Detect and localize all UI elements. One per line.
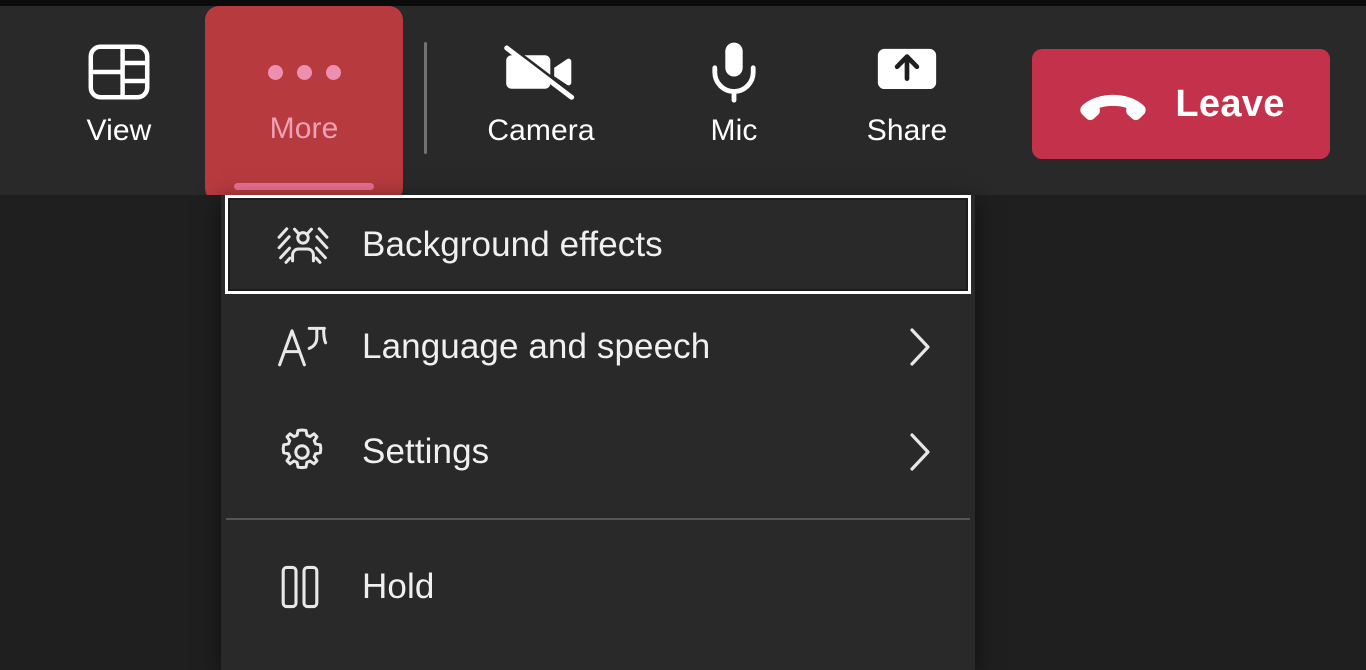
menu-item-label: Language and speech — [362, 326, 711, 366]
more-menu-flyout: Background effects Language and speech S… — [221, 195, 975, 670]
menu-item-label: Hold — [362, 566, 435, 606]
share-button[interactable]: Share — [808, 6, 1006, 198]
menu-item-settings[interactable]: Settings — [221, 399, 975, 504]
camera-button[interactable]: Camera — [442, 6, 640, 198]
view-button-label: View — [86, 114, 152, 147]
view-button[interactable]: View — [20, 6, 218, 198]
camera-off-icon — [502, 36, 580, 108]
background-effects-icon — [276, 221, 332, 269]
mic-button-label: Mic — [710, 114, 758, 147]
chevron-right-icon — [903, 321, 937, 373]
more-button[interactable]: More — [205, 6, 403, 202]
more-active-indicator — [234, 183, 374, 190]
toolbar-divider — [424, 42, 427, 154]
mic-button[interactable]: Mic — [635, 6, 833, 198]
menu-item-label: Settings — [362, 431, 490, 471]
share-button-label: Share — [866, 114, 948, 147]
translate-icon — [276, 322, 332, 372]
menu-item-label: Background effects — [362, 224, 663, 264]
pause-icon — [276, 561, 332, 613]
menu-separator — [226, 518, 970, 520]
menu-item-background-effects[interactable]: Background effects — [225, 195, 971, 294]
hangup-phone-icon — [1077, 84, 1149, 124]
menu-item-hold[interactable]: Hold — [221, 534, 975, 639]
chevron-right-icon — [903, 426, 937, 478]
gear-icon — [276, 426, 332, 478]
meeting-toolbar: View More Camera Mic Share Leave — [0, 6, 1366, 202]
camera-button-label: Camera — [487, 114, 595, 147]
leave-button[interactable]: Leave — [1032, 49, 1330, 159]
menu-item-language-and-speech[interactable]: Language and speech — [221, 294, 975, 399]
share-screen-icon — [871, 36, 943, 108]
leave-button-label: Leave — [1175, 82, 1285, 125]
gallery-layout-icon — [83, 36, 155, 108]
more-horizontal-icon — [267, 44, 341, 100]
more-button-label: More — [269, 112, 339, 145]
microphone-icon — [698, 36, 770, 108]
